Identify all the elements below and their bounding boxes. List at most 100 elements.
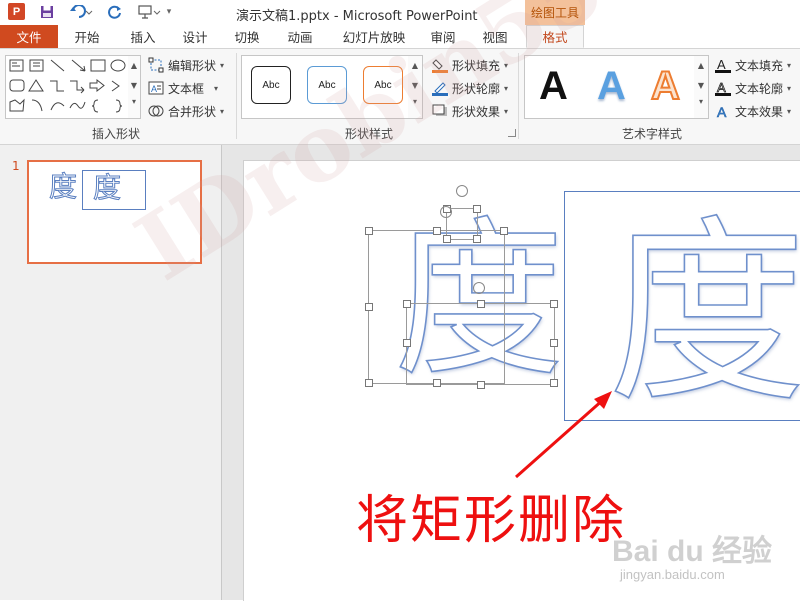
shape-style-gallery[interactable]: Abc Abc Abc (241, 55, 410, 119)
tab-slideshow[interactable]: 幻灯片放映 (330, 25, 418, 48)
gallery-more-icon[interactable]: ▾ (408, 96, 422, 108)
tab-file[interactable]: 文件 (0, 25, 58, 48)
chevron-down-icon: ▾ (504, 60, 509, 70)
chevron-down-icon: ▾ (504, 83, 509, 93)
shape-effects-icon (432, 103, 448, 119)
text-outline-label: 文本轮廓 (735, 81, 784, 96)
scroll-up-icon[interactable]: ▲ (694, 56, 708, 76)
baidu-jingyan-logo: Bai du 经验 (612, 535, 773, 568)
wordart-styles-group-label: 艺术字样式 (622, 127, 683, 141)
ribbon: ▲ ▼ ▾ 编辑形状 ▾ A 文本框 ▾ 合并形状 ▾ 插入形状 Abc Abc… (0, 49, 800, 145)
elbow-connector-shape-icon (50, 80, 64, 92)
chevron-down-icon: ▾ (787, 106, 792, 116)
curve-shape-icon (50, 102, 65, 111)
group-divider (518, 53, 519, 139)
tab-home[interactable]: 开始 (60, 25, 114, 48)
edit-shape-icon (148, 57, 164, 73)
thumbnail-char-left: 度 (48, 170, 78, 204)
wordart-style-blue[interactable]: A (597, 62, 626, 110)
title-bar: P ▾ 演示文稿1.pptx - Microsoft PowerPoint 绘图… (0, 0, 800, 25)
tab-insert[interactable]: 插入 (116, 25, 170, 48)
wordart-style-orange[interactable]: A (650, 62, 681, 110)
save-button[interactable] (38, 3, 56, 21)
gallery-more-icon[interactable]: ▾ (128, 96, 140, 108)
svg-text:A: A (717, 57, 726, 72)
drawing-tools-context-label: 绘图工具 (525, 0, 585, 25)
shape-gallery[interactable] (5, 55, 130, 119)
tab-view[interactable]: 视图 (470, 25, 520, 48)
svg-text:A: A (717, 80, 726, 95)
chevron-down-icon: ▾ (787, 60, 792, 70)
shape-effects-label: 形状效果 (452, 104, 501, 119)
shape-effects-button[interactable]: 形状效果 ▾ (432, 101, 508, 121)
scroll-up-icon[interactable]: ▲ (128, 56, 140, 76)
shape-outline-button[interactable]: 形状轮廓 ▾ (432, 78, 508, 98)
window-title: 演示文稿1.pptx - Microsoft PowerPoint (236, 9, 478, 24)
tab-design[interactable]: 设计 (170, 25, 220, 48)
wordart-style-black[interactable]: A (539, 62, 568, 110)
chevron-down-icon: ▾ (214, 83, 219, 93)
text-fill-icon: A (715, 57, 731, 73)
customize-qat-icon[interactable]: ▾ (164, 3, 174, 21)
shape-style-blue[interactable]: Abc (307, 66, 347, 104)
rectangle-shape-icon (90, 59, 106, 72)
arrow-line-shape-icon (71, 59, 86, 72)
redo-button[interactable] (106, 3, 124, 21)
scroll-down-icon[interactable]: ▼ (408, 76, 422, 96)
ribbon-tabs: 文件 开始 插入 设计 切换 动画 幻灯片放映 审阅 视图 格式 (0, 25, 800, 49)
shape-style-gallery-scroll[interactable]: ▲ ▼ ▾ (408, 55, 423, 119)
slide-thumbnail-pane: 1 度 度 (0, 145, 222, 600)
chevron-down-icon: ▾ (504, 106, 509, 116)
dialog-launcher-icon[interactable] (508, 129, 516, 137)
annotation-caption: 将矩形删除 (356, 491, 627, 551)
slideshow-icon (138, 5, 161, 19)
text-outline-button[interactable]: A 文本轮廓 ▾ (715, 78, 791, 98)
merge-shapes-icon (148, 103, 164, 119)
svg-text:A: A (151, 84, 157, 94)
undo-icon (70, 5, 93, 18)
text-effects-button[interactable]: A 文本效果 ▾ (715, 101, 791, 121)
shape-style-dark[interactable]: Abc (251, 66, 291, 104)
scroll-up-icon[interactable]: ▲ (408, 56, 422, 76)
wordart-style-gallery[interactable]: A A A (524, 55, 696, 119)
tab-animations[interactable]: 动画 (274, 25, 326, 48)
text-box-label: 文本框 (168, 81, 205, 96)
pencil-outline-icon (432, 80, 448, 96)
merge-shapes-label: 合并形状 (168, 104, 217, 119)
edit-shape-button[interactable]: 编辑形状 ▾ (148, 55, 224, 75)
text-outline-icon: A (715, 80, 731, 96)
edit-shape-label: 编辑形状 (168, 58, 217, 73)
shape-style-orange[interactable]: Abc (363, 66, 403, 104)
freeform-line-shape-icon (69, 101, 86, 109)
freeform-shape-icon (9, 98, 25, 112)
group-divider (236, 53, 237, 139)
start-slideshow-button[interactable] (136, 3, 164, 21)
text-effects-label: 文本效果 (735, 104, 784, 119)
tab-format[interactable]: 格式 (526, 25, 584, 48)
tab-transitions[interactable]: 切换 (222, 25, 272, 48)
rounded-rect-shape-icon (9, 79, 25, 92)
arc-shape-icon (31, 99, 43, 112)
text-fill-label: 文本填充 (735, 58, 784, 73)
wordart-gallery-scroll[interactable]: ▲ ▼ ▾ (694, 55, 709, 119)
insert-shapes-group-label: 插入形状 (92, 127, 141, 141)
undo-button[interactable] (68, 3, 96, 21)
shape-gallery-scroll[interactable]: ▲ ▼ ▾ (128, 55, 141, 119)
merge-shapes-button[interactable]: 合并形状 ▾ (148, 101, 224, 121)
tab-review[interactable]: 审阅 (420, 25, 466, 48)
shape-outline-label: 形状轮廓 (452, 81, 501, 96)
text-box-button[interactable]: A 文本框 ▾ (148, 78, 218, 98)
chevron-down-icon: ▾ (220, 60, 225, 70)
textbox-shape-lines (12, 62, 20, 67)
brace-right-shape-icon (115, 99, 123, 113)
brace-left-shape-icon (91, 99, 99, 113)
gallery-more-icon[interactable]: ▾ (694, 96, 708, 108)
scroll-down-icon[interactable]: ▼ (694, 76, 708, 96)
slide-thumbnail[interactable]: 度 度 (27, 160, 202, 264)
text-fill-button[interactable]: A 文本填充 ▾ (715, 55, 791, 75)
chevron-down-icon: ▾ (787, 83, 792, 93)
svg-text:A: A (717, 104, 727, 119)
powerpoint-app-icon[interactable]: P (8, 3, 25, 20)
shape-fill-button[interactable]: 形状填充 ▾ (432, 55, 508, 75)
scroll-down-icon[interactable]: ▼ (128, 76, 140, 96)
